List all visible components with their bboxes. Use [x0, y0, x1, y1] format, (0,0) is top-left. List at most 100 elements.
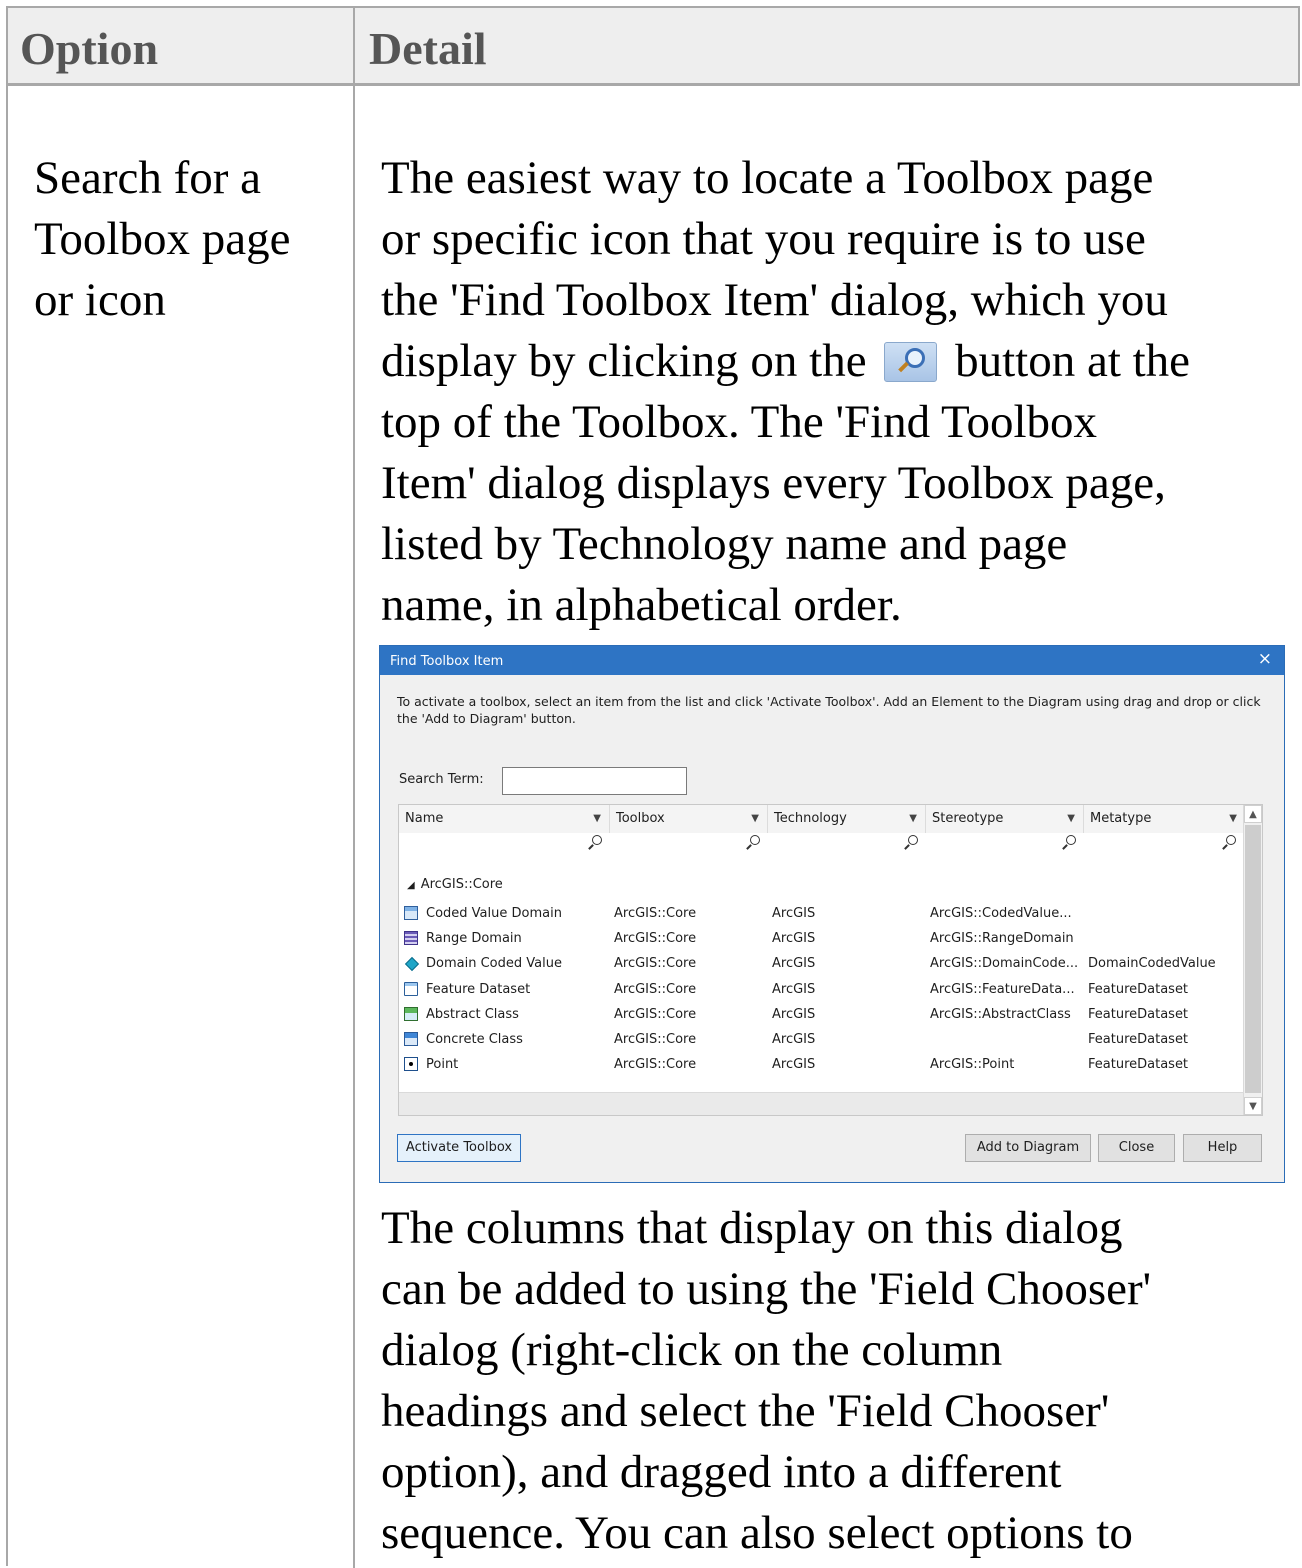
cell-name: Domain Coded Value	[426, 956, 562, 972]
table-row[interactable]: Domain Coded Value ArcGIS::Core ArcGIS ArcG…	[399, 951, 1246, 976]
detail-line: dialog (right-click on the column	[381, 1324, 1003, 1376]
horizontal-scrollbar[interactable]	[399, 1092, 1246, 1115]
cell-technology: ArcGIS	[772, 906, 816, 921]
help-button[interactable]: Help	[1183, 1134, 1262, 1162]
feature-dataset-icon	[404, 981, 418, 996]
detail-line: The easiest way to locate a Toolbox page	[381, 152, 1154, 204]
table-row[interactable]: Point ArcGIS::Core ArcGIS ArcGIS::Point Feat…	[399, 1052, 1246, 1077]
cell-stereotype: ArcGIS::AbstractClass	[930, 1006, 1071, 1022]
filter-search-icon[interactable]	[904, 835, 918, 850]
column-header-name[interactable]: Name ▼	[399, 805, 610, 833]
cell-name: Coded Value Domain	[426, 906, 562, 921]
header-detail: Detail	[369, 23, 487, 74]
table-row[interactable]: Abstract Class ArcGIS::Core ArcGIS ArcGIS::…	[399, 1002, 1246, 1027]
scroll-down-icon[interactable]: ▼	[1244, 1097, 1262, 1115]
cell-technology: ArcGIS	[772, 1006, 816, 1022]
table-header-row: Option Detail	[8, 8, 1300, 86]
cell-toolbox: ArcGIS::Core	[614, 981, 697, 997]
find-toolbox-search-icon	[884, 342, 938, 382]
filter-search-icon[interactable]	[1222, 835, 1236, 850]
filter-search-icon[interactable]	[746, 835, 760, 850]
detail-line: The columns that display on this dialog	[381, 1202, 1123, 1254]
search-term-input[interactable]	[502, 767, 687, 795]
detail-paragraph-2: The columns that display on this dialog …	[381, 1198, 1286, 1564]
dialog-title-bar[interactable]: Find Toolbox Item ×	[380, 646, 1284, 675]
detail-line: or specific icon that you require is to …	[381, 213, 1146, 265]
cell-toolbox: ArcGIS::Core	[614, 1006, 697, 1022]
column-header-stereotype[interactable]: Stereotype ▼	[926, 805, 1084, 833]
cell-metatype: DomainCodedValue	[1088, 956, 1216, 972]
option-line: Toolbox page	[34, 213, 291, 265]
detail-text-segment: display by clicking on the	[381, 335, 867, 387]
option-line: Search for a	[34, 152, 262, 204]
cell-name: Abstract Class	[426, 1006, 519, 1022]
detail-line: headings and select the 'Field Chooser'	[381, 1385, 1110, 1437]
cell-name: Feature Dataset	[426, 981, 531, 997]
detail-text-segment: button at the	[955, 335, 1191, 387]
collapse-triangle-icon: ◢	[407, 880, 415, 891]
concrete-class-icon	[404, 1032, 418, 1046]
cell-technology: ArcGIS	[772, 1032, 816, 1047]
detail-line: listed by Technology name and page	[381, 518, 1068, 570]
cell-technology: ArcGIS	[772, 981, 816, 997]
grid-header: Name ▼ Toolbox ▼ Technology ▼ Stereotype ▼ M…	[399, 805, 1246, 834]
dialog-instructions: To activate a toolbox, select an item fr…	[397, 694, 1261, 726]
close-icon[interactable]: ×	[1258, 649, 1272, 669]
cell-toolbox: ArcGIS::Core	[614, 906, 697, 921]
scroll-up-icon[interactable]: ▲	[1244, 805, 1262, 823]
vertical-scrollbar[interactable]: ▲ ▼	[1243, 805, 1262, 1115]
cell-stereotype: ArcGIS::CodedValue...	[930, 906, 1072, 921]
header-option: Option	[20, 23, 159, 74]
column-header-metatype[interactable]: Metatype ▼	[1084, 805, 1246, 833]
table-row[interactable]: Concrete Class ArcGIS::Core ArcGIS FeatureD…	[399, 1027, 1246, 1052]
filter-row[interactable]	[399, 833, 1246, 857]
group-row-arcgis-core[interactable]: ◢ ArcGIS::Core	[407, 877, 503, 892]
detail-line: display by clicking on the button at the	[381, 331, 1286, 392]
search-term-label: Search Term:	[399, 772, 484, 787]
cell-technology: ArcGIS	[772, 956, 816, 972]
coded-value-domain-icon	[404, 906, 418, 920]
dialog-title: Find Toolbox Item	[390, 654, 504, 669]
detail-paragraph-1: The easiest way to locate a Toolbox page…	[381, 148, 1286, 636]
filter-search-icon[interactable]	[1062, 835, 1076, 850]
option-cell: Search for a Toolbox page or icon	[34, 148, 344, 331]
column-divider	[353, 8, 355, 1568]
sort-arrow-icon: ▼	[1067, 813, 1075, 824]
cell-stereotype: ArcGIS::FeatureData...	[930, 981, 1075, 997]
detail-line: option), and dragged into a different	[381, 1446, 1062, 1498]
cell-name: Range Domain	[426, 931, 522, 947]
cell-toolbox: ArcGIS::Core	[614, 956, 697, 972]
cell-metatype: FeatureDataset	[1088, 1006, 1189, 1022]
detail-line: can be added to using the 'Field Chooser…	[381, 1263, 1152, 1315]
close-button[interactable]: Close	[1098, 1134, 1175, 1162]
add-to-diagram-button[interactable]: Add to Diagram	[965, 1134, 1091, 1162]
scroll-thumb[interactable]	[1245, 825, 1261, 1093]
abstract-class-icon	[404, 1006, 418, 1021]
domain-coded-value-icon	[404, 957, 420, 972]
activate-toolbox-button[interactable]: Activate Toolbox	[397, 1134, 521, 1162]
table-row[interactable]: Coded Value Domain ArcGIS::Core ArcGIS ArcG…	[399, 901, 1246, 926]
sort-arrow-icon: ▼	[909, 813, 917, 824]
cell-name: Concrete Class	[426, 1032, 523, 1047]
table-row[interactable]: Range Domain ArcGIS::Core ArcGIS ArcGIS::Ra…	[399, 926, 1246, 951]
column-header-technology[interactable]: Technology ▼	[768, 805, 926, 833]
find-toolbox-item-dialog: Find Toolbox Item × To activate a toolbo…	[379, 645, 1285, 1183]
cell-stereotype: ArcGIS::RangeDomain	[930, 931, 1074, 947]
cell-stereotype: ArcGIS::Point	[930, 1057, 1015, 1073]
sort-arrow-icon: ▼	[1229, 813, 1237, 824]
column-header-toolbox[interactable]: Toolbox ▼	[610, 805, 768, 833]
detail-line: name, in alphabetical order.	[381, 579, 902, 631]
option-line: or icon	[34, 274, 166, 326]
detail-line: sequence. You can also select options to	[381, 1507, 1133, 1559]
point-icon	[404, 1057, 418, 1072]
sort-arrow-icon: ▼	[593, 813, 601, 824]
toolbox-item-grid: Name ▼ Toolbox ▼ Technology ▼ Stereotype ▼ M…	[398, 804, 1263, 1116]
cell-toolbox: ArcGIS::Core	[614, 1057, 697, 1073]
cell-metatype: FeatureDataset	[1088, 1032, 1189, 1047]
cell-name: Point	[426, 1057, 459, 1073]
sort-arrow-icon: ▼	[751, 813, 759, 824]
detail-line: top of the Toolbox. The 'Find Toolbox	[381, 396, 1098, 448]
filter-search-icon[interactable]	[588, 835, 602, 850]
table-row[interactable]: Feature Dataset ArcGIS::Core ArcGIS ArcGIS:…	[399, 977, 1246, 1002]
cell-stereotype: ArcGIS::DomainCode...	[930, 956, 1079, 972]
